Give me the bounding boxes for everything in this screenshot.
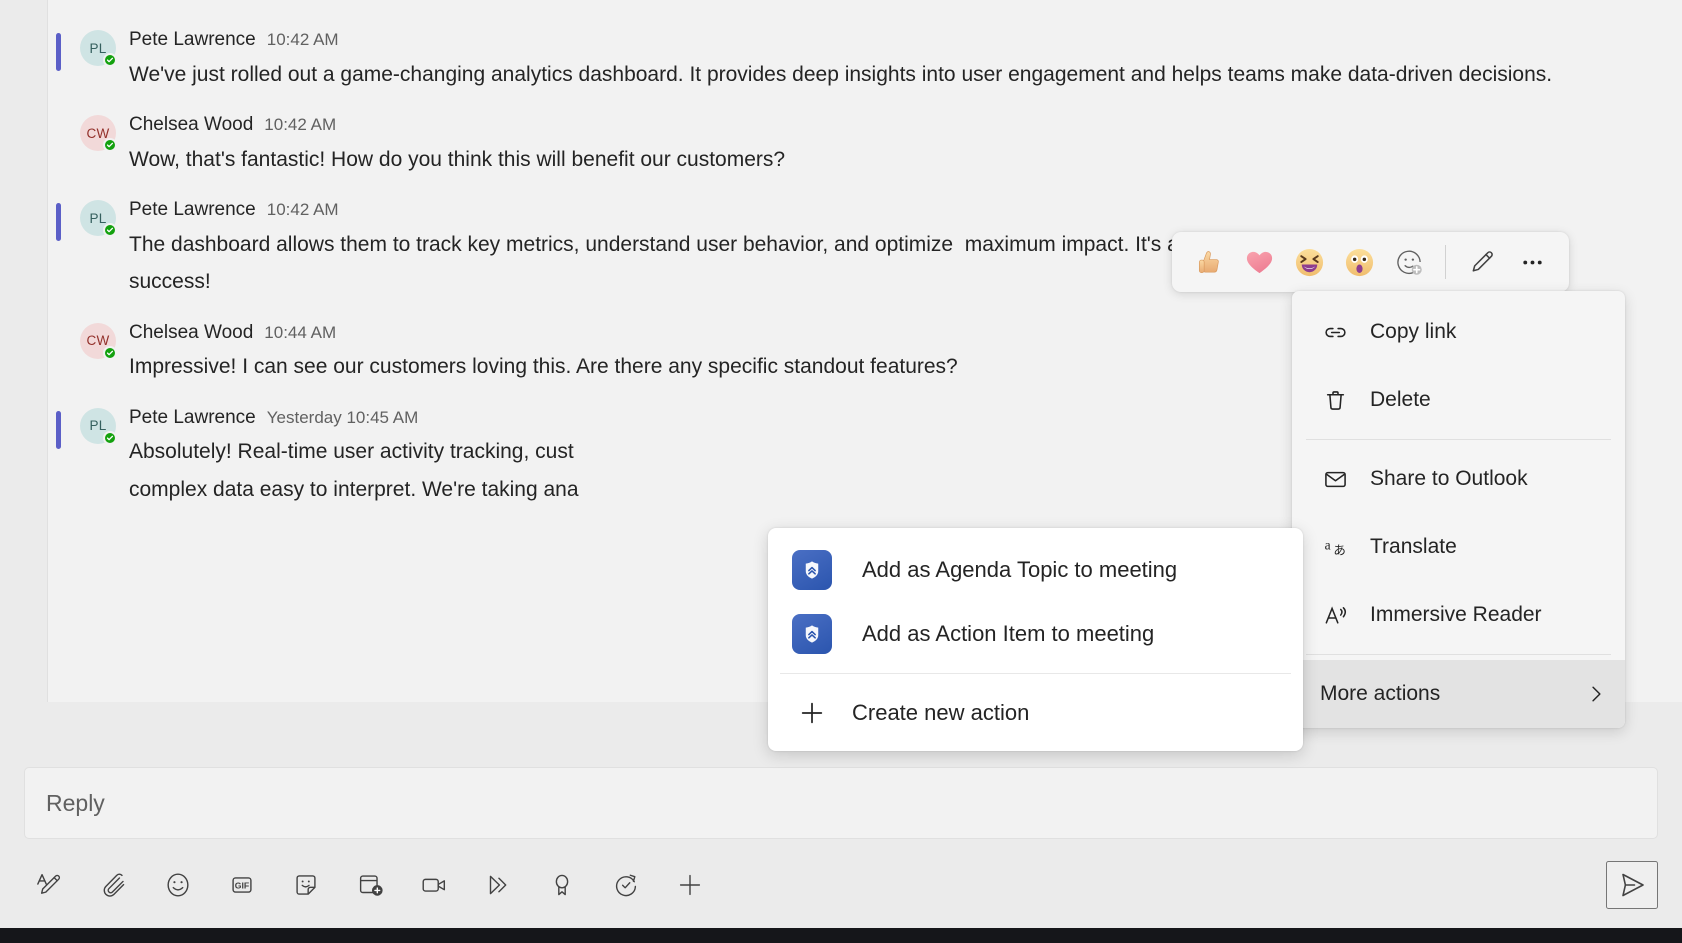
window-bottom-strip [0, 928, 1682, 943]
context-menu-item-immersive-reader[interactable]: Immersive Reader [1292, 581, 1625, 649]
edit-message-button[interactable] [1459, 239, 1505, 285]
message-text: Wow, that's fantastic! How do you think … [129, 147, 786, 171]
unread-indicator-bar [56, 410, 61, 449]
context-menu-divider [1306, 439, 1611, 440]
format-icon[interactable] [24, 861, 76, 909]
laugh-reaction-button[interactable] [1286, 239, 1332, 285]
message-timestamp: 10:42 AM [264, 115, 337, 135]
message-timestamp: 10:42 AM [266, 30, 339, 49]
reply-compose-box[interactable]: Reply [24, 767, 1658, 839]
message-author[interactable]: Pete Lawrence [129, 28, 256, 53]
video-icon[interactable] [408, 861, 460, 909]
submenu-label: Add as Action Item to meeting [862, 621, 1155, 646]
heart-reaction-button[interactable] [1236, 239, 1282, 285]
submenu-label: Add as Agenda Topic to meeting [862, 557, 1178, 582]
gif-icon[interactable]: GIF [216, 861, 268, 909]
heart-icon [1244, 247, 1275, 278]
more-reactions-button[interactable] [1386, 239, 1432, 285]
emoji-icon[interactable] [152, 861, 204, 909]
avatar[interactable]: PL [80, 30, 117, 67]
context-menu-label: Delete [1370, 388, 1431, 411]
svg-text:あ: あ [1333, 543, 1346, 557]
praise-icon[interactable] [536, 861, 588, 909]
compose-toolbar: GIF [24, 858, 1658, 912]
more-actions-submenu: Add as Agenda Topic to meeting Add as Ac… [768, 528, 1303, 751]
surprised-face-icon [1344, 247, 1375, 278]
message-author[interactable]: Chelsea Wood [129, 321, 253, 346]
presence-available-icon [103, 345, 117, 360]
message-reaction-toolbar [1172, 232, 1569, 292]
context-menu-item-copy-link[interactable]: Copy link [1292, 298, 1625, 366]
submenu-divider [780, 673, 1291, 674]
context-menu-item-share-to-outlook[interactable]: Share to Outlook [1292, 445, 1625, 513]
app-chevron-badge-icon [792, 614, 832, 654]
message-timestamp: Yesterday 10:45 AM [266, 407, 419, 427]
context-menu-label: Immersive Reader [1370, 603, 1542, 626]
translate-icon: a あ [1320, 535, 1350, 560]
thumbs-up-icon [1194, 247, 1225, 278]
thumbs-up-reaction-button[interactable] [1186, 239, 1232, 285]
mail-icon [1320, 467, 1350, 492]
surprised-reaction-button[interactable] [1336, 239, 1382, 285]
context-menu-item-delete[interactable]: Delete [1292, 366, 1625, 434]
context-menu-label: More actions [1320, 682, 1441, 705]
submenu-item-add-agenda-topic[interactable]: Add as Agenda Topic to meeting [768, 538, 1303, 602]
message-author[interactable]: Pete Lawrence [129, 198, 256, 223]
avatar[interactable]: PL [80, 407, 117, 445]
send-icon[interactable] [1606, 861, 1658, 909]
laughing-face-icon [1294, 247, 1325, 278]
toolbar-divider [1445, 245, 1446, 279]
submenu-item-add-action-item[interactable]: Add as Action Item to meeting [768, 602, 1303, 666]
context-menu-item-more-actions[interactable]: More actions [1292, 660, 1625, 728]
presence-available-icon [103, 430, 117, 445]
sticker-icon[interactable] [280, 861, 332, 909]
trash-icon [1320, 388, 1350, 413]
chevron-right-icon [1585, 683, 1607, 705]
teams-chat-window: PL Pete Lawrence 10:42 AM We've just rol… [0, 0, 1682, 943]
stream-icon[interactable] [472, 861, 524, 909]
svg-text:GIF: GIF [235, 880, 250, 890]
message-item[interactable]: CW Chelsea Wood 10:42 AM Wow, that's fan… [48, 107, 1682, 178]
plus-icon [792, 699, 832, 727]
message-item[interactable]: PL Pete Lawrence 10:42 AM We've just rol… [48, 22, 1682, 93]
link-icon [1320, 320, 1350, 345]
reply-input-placeholder[interactable]: Reply [25, 790, 105, 817]
praise-card-icon[interactable] [344, 861, 396, 909]
avatar[interactable]: CW [80, 322, 117, 360]
more-options-button[interactable] [1509, 239, 1555, 285]
context-menu-label: Copy link [1370, 320, 1457, 343]
app-chevron-badge-icon [792, 550, 832, 590]
message-timestamp: 10:44 AM [264, 322, 337, 342]
avatar[interactable]: CW [80, 115, 117, 153]
message-context-menu: Copy link Delete Share to Outlook a あ Tr… [1292, 291, 1625, 728]
context-menu-divider [1306, 654, 1611, 655]
message-author[interactable]: Pete Lawrence [129, 406, 256, 431]
submenu-label: Create new action [852, 700, 1030, 725]
unread-indicator-bar [56, 203, 61, 242]
unread-indicator-bar [56, 33, 61, 71]
loop-icon[interactable] [600, 861, 652, 909]
presence-available-icon [103, 223, 117, 238]
more-apps-icon[interactable] [664, 861, 716, 909]
attach-icon[interactable] [88, 861, 140, 909]
message-author[interactable]: Chelsea Wood [129, 113, 253, 138]
avatar[interactable]: PL [80, 200, 117, 238]
context-menu-label: Translate [1370, 535, 1457, 558]
message-text: We've just rolled out a game-changing an… [129, 62, 1553, 86]
submenu-item-create-new-action[interactable]: Create new action [768, 681, 1303, 745]
presence-available-icon [103, 53, 117, 67]
svg-text:a: a [1324, 537, 1330, 552]
context-menu-item-translate[interactable]: a あ Translate [1292, 513, 1625, 581]
presence-available-icon [103, 138, 117, 153]
context-menu-label: Share to Outlook [1370, 467, 1528, 490]
message-timestamp: 10:42 AM [266, 200, 339, 220]
immersive-reader-icon [1320, 603, 1350, 628]
